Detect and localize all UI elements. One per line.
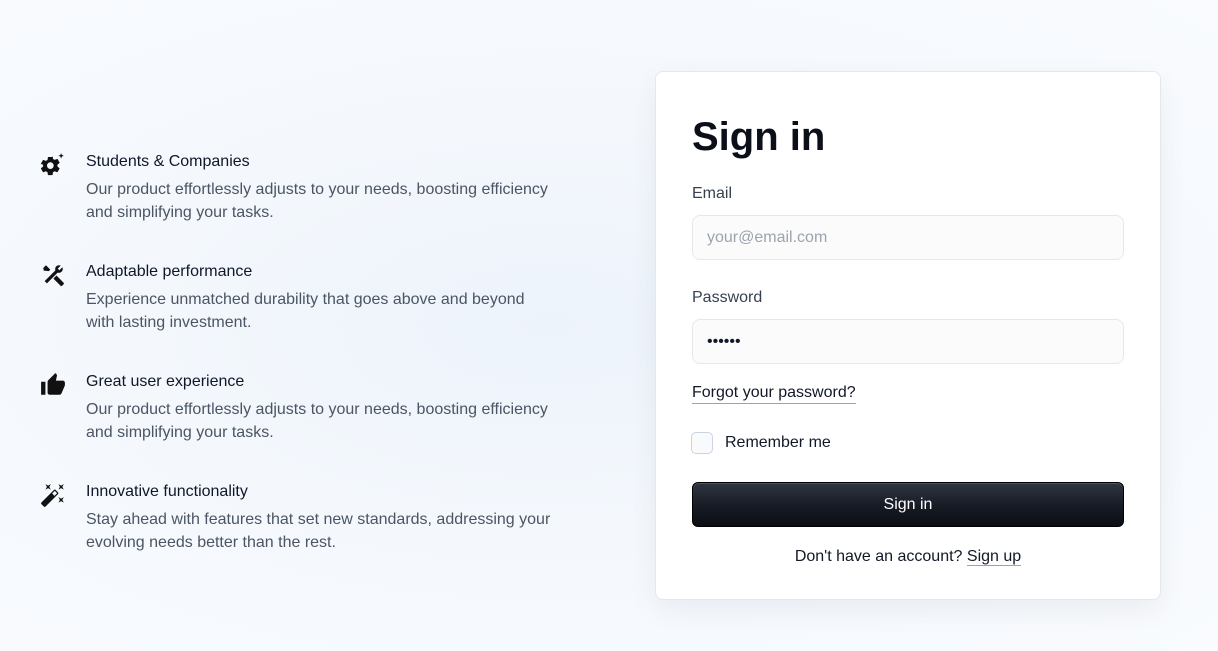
signin-card: Sign in Email Password Forgot your passw… xyxy=(655,71,1161,600)
forgot-password-link[interactable]: Forgot your password? xyxy=(692,383,856,404)
feature-title: Adaptable performance xyxy=(86,263,253,280)
email-field[interactable] xyxy=(692,215,1124,260)
remember-me-label[interactable]: Remember me xyxy=(725,434,831,452)
feature-item: Innovative functionality Stay ahead with… xyxy=(40,480,580,590)
feature-title: Students & Companies xyxy=(86,153,250,170)
feature-item: Students & Companies Our product effortl… xyxy=(40,150,580,260)
feature-description: Experience unmatched durability that goe… xyxy=(86,291,525,331)
feature-item: Great user experience Our product effort… xyxy=(40,370,580,480)
feature-title: Innovative functionality xyxy=(86,483,248,500)
signin-title: Sign in xyxy=(692,115,826,159)
feature-description: Our product effortlessly adjusts to your… xyxy=(86,401,548,441)
password-field[interactable] xyxy=(692,319,1124,364)
no-account-text: Don't have an account? xyxy=(794,548,967,565)
email-label: Email xyxy=(692,185,733,202)
feature-title: Great user experience xyxy=(86,373,245,390)
remember-me-checkbox[interactable] xyxy=(691,432,713,454)
feature-description: Stay ahead with features that set new st… xyxy=(86,511,551,551)
feature-description: Our product effortlessly adjusts to your… xyxy=(86,181,548,221)
thumbs-up-icon xyxy=(40,370,86,398)
features-list: Students & Companies Our product effortl… xyxy=(40,150,580,590)
sign-in-button[interactable]: Sign in xyxy=(692,482,1124,527)
gear-sparkle-icon xyxy=(40,150,86,178)
password-label: Password xyxy=(692,289,763,306)
feature-text: Adaptable performance Experience unmatch… xyxy=(86,260,556,334)
feature-item: Adaptable performance Experience unmatch… xyxy=(40,260,580,370)
remember-me-row: Remember me xyxy=(691,432,1124,454)
feature-text: Innovative functionality Stay ahead with… xyxy=(86,480,556,554)
signup-prompt: Don't have an account? Sign up xyxy=(692,548,1124,566)
feature-text: Great user experience Our product effort… xyxy=(86,370,556,444)
magic-wand-icon xyxy=(40,480,86,508)
tools-icon xyxy=(40,260,86,288)
sign-up-link[interactable]: Sign up xyxy=(966,548,1022,566)
feature-text: Students & Companies Our product effortl… xyxy=(86,150,556,224)
